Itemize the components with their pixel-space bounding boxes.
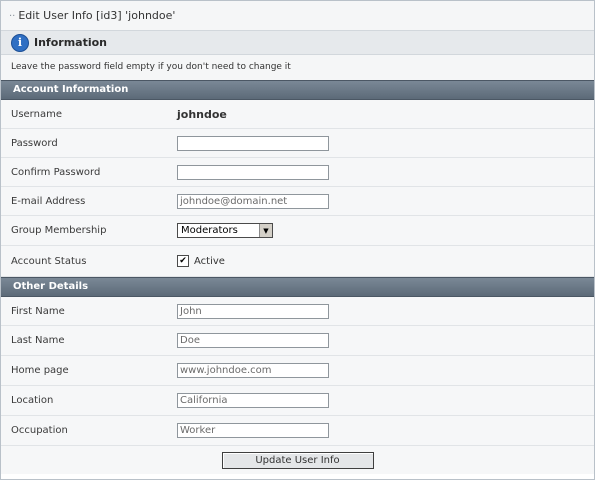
row-account-status: Account Status ✔ Active xyxy=(1,246,594,277)
password-label: Password xyxy=(11,137,58,149)
password-note: Leave the password field empty if you do… xyxy=(1,55,594,80)
row-password: Password xyxy=(1,129,594,158)
form-footer: Update User Info xyxy=(1,446,594,474)
row-first-name: First Name John xyxy=(1,297,594,326)
location-input[interactable]: California xyxy=(177,393,329,408)
first-name-input[interactable]: John xyxy=(177,303,329,319)
first-name-cell: John xyxy=(177,303,594,319)
update-user-info-button[interactable]: Update User Info xyxy=(221,451,374,469)
group-label: Group Membership xyxy=(11,225,107,236)
last-name-label: Last Name xyxy=(11,335,65,346)
info-icon: i xyxy=(11,33,29,52)
row-email: E-mail Address johndoe@domain.net xyxy=(1,187,594,216)
information-header: i Information xyxy=(1,31,594,55)
group-cell: Moderators ▼ xyxy=(177,223,594,238)
occupation-input[interactable]: Worker xyxy=(177,423,329,438)
group-selected-value: Moderators xyxy=(181,225,238,236)
section-header-other-details: Other Details xyxy=(1,277,594,297)
window-title: Edit User Info [id3] 'johndoe' xyxy=(18,9,176,22)
home-page-label: Home page xyxy=(11,365,69,376)
row-confirm-password: Confirm Password xyxy=(1,158,594,187)
row-location: Location California xyxy=(1,386,594,416)
row-home-page: Home page www.johndoe.com xyxy=(1,356,594,386)
email-cell: johndoe@domain.net xyxy=(177,193,594,209)
last-name-cell: Doe xyxy=(177,333,594,348)
status-cell: ✔ Active xyxy=(177,255,594,267)
information-title: Information xyxy=(34,36,107,49)
window-titlebar: ·· Edit User Info [id3] 'johndoe' xyxy=(1,1,594,31)
password-cell xyxy=(177,135,594,151)
active-checkbox[interactable]: ✔ xyxy=(177,255,189,267)
row-group: Group Membership Moderators ▼ xyxy=(1,216,594,246)
home-page-input[interactable]: www.johndoe.com xyxy=(177,363,329,378)
chevron-down-icon[interactable]: ▼ xyxy=(259,224,272,237)
confirm-password-input[interactable] xyxy=(177,164,329,180)
occupation-cell: Worker xyxy=(177,423,594,438)
location-label: Location xyxy=(11,395,54,406)
active-checkbox-label: Active xyxy=(194,255,225,267)
confirm-password-cell xyxy=(177,164,594,180)
row-last-name: Last Name Doe xyxy=(1,326,594,356)
title-bullet-icon: ·· xyxy=(9,11,16,22)
group-select[interactable]: Moderators ▼ xyxy=(177,223,273,238)
last-name-input[interactable]: Doe xyxy=(177,333,329,348)
section-header-account: Account Information xyxy=(1,80,594,100)
username-value: johndoe xyxy=(177,107,227,121)
edit-user-window: ·· Edit User Info [id3] 'johndoe' i Infor… xyxy=(0,0,595,480)
password-input[interactable] xyxy=(177,135,329,151)
username-label: Username xyxy=(11,108,62,120)
occupation-label: Occupation xyxy=(11,425,68,436)
first-name-label: First Name xyxy=(11,305,65,317)
home-page-cell: www.johndoe.com xyxy=(177,363,594,378)
email-label: E-mail Address xyxy=(11,195,86,207)
location-cell: California xyxy=(177,393,594,408)
confirm-password-label: Confirm Password xyxy=(11,166,101,178)
email-input[interactable]: johndoe@domain.net xyxy=(177,193,329,209)
row-occupation: Occupation Worker xyxy=(1,416,594,446)
status-label: Account Status xyxy=(11,255,87,267)
row-username: Username johndoe xyxy=(1,100,594,129)
